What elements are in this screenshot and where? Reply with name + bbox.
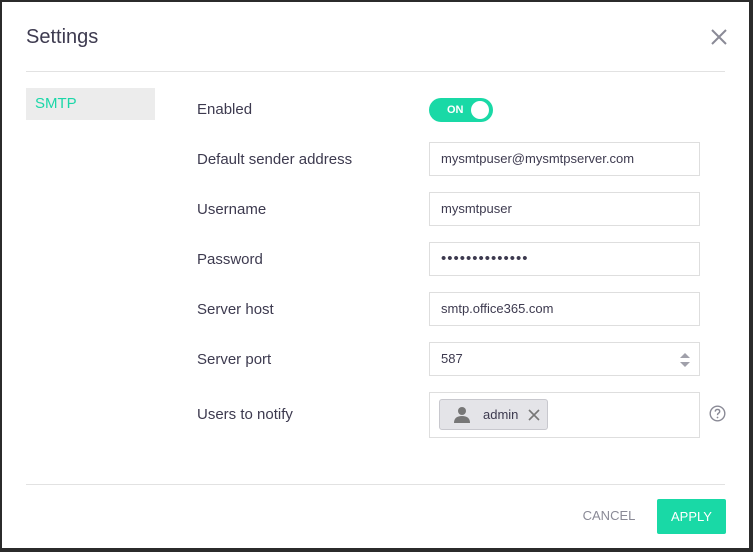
header-divider — [26, 71, 725, 72]
user-chip-name: admin — [483, 407, 519, 422]
settings-dialog: Settings SMTP Enabled ON Default sender … — [2, 2, 749, 548]
footer-divider — [26, 484, 725, 485]
remove-chip-icon[interactable] — [527, 408, 541, 422]
toggle-state-text: ON — [447, 104, 464, 116]
username-label: Username — [197, 201, 267, 218]
toggle-knob — [471, 101, 489, 119]
sender-label: Default sender address — [197, 151, 353, 168]
users-to-notify-input[interactable]: admin — [429, 392, 700, 438]
user-icon — [454, 407, 470, 423]
server-port-input[interactable]: 587 — [429, 342, 700, 376]
dialog-title: Settings — [26, 26, 99, 48]
password-label: Password — [197, 251, 263, 268]
enabled-label: Enabled — [197, 101, 253, 118]
password-input[interactable]: •••••••••••••• — [429, 242, 700, 276]
sender-address-input[interactable]: mysmtpuser@mysmtpserver.com — [429, 142, 700, 176]
username-input[interactable]: mysmtpuser — [429, 192, 700, 226]
port-label: Server port — [197, 351, 272, 368]
user-chip[interactable]: admin — [439, 399, 548, 430]
close-icon[interactable] — [708, 26, 730, 48]
notify-label: Users to notify — [197, 406, 293, 423]
server-host-input[interactable]: smtp.office365.com — [429, 292, 700, 326]
host-label: Server host — [197, 301, 274, 318]
spinner-arrows-icon[interactable] — [679, 351, 691, 369]
enabled-toggle[interactable]: ON — [429, 98, 493, 122]
help-circle-icon[interactable] — [709, 405, 726, 422]
sidebar-item-smtp[interactable]: SMTP — [26, 88, 155, 120]
cancel-button[interactable]: CANCEL — [574, 499, 644, 533]
apply-button[interactable]: APPLY — [657, 499, 726, 534]
port-value: 587 — [441, 351, 463, 366]
